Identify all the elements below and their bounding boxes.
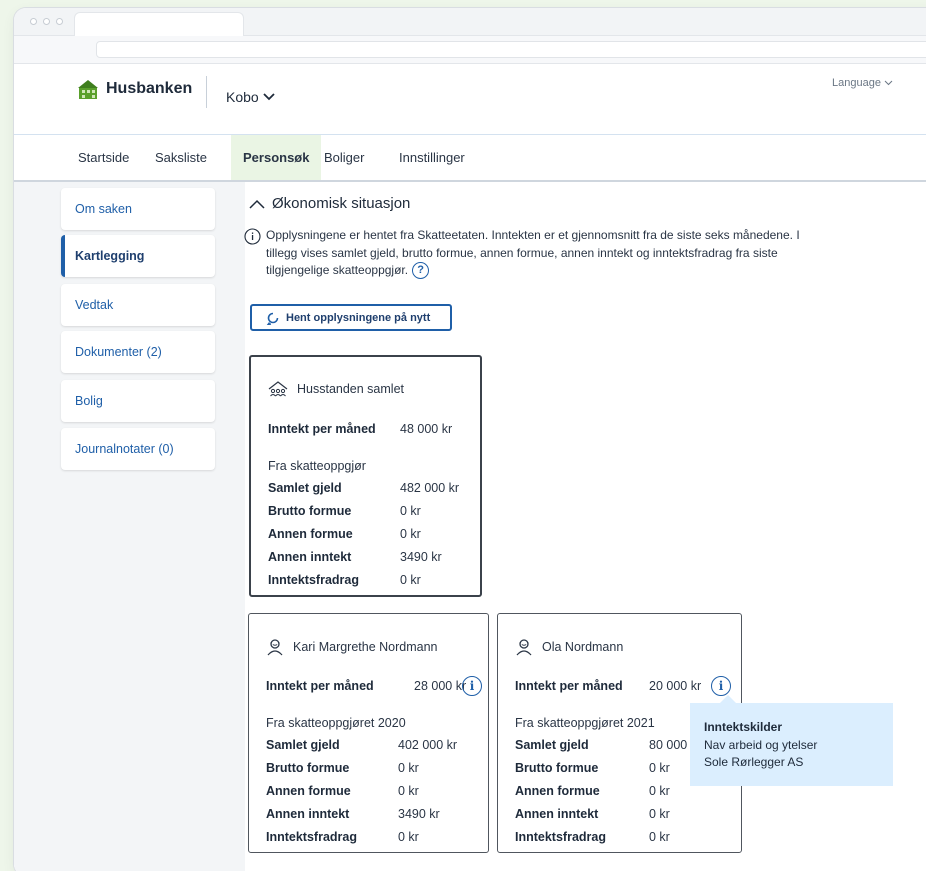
person-row: Annen inntekt 0 kr [515,807,670,821]
info-icon[interactable]: i [711,676,731,696]
tooltip-line: Sole Rørlegger AS [704,755,804,769]
header-divider [206,76,207,108]
person-row: Inntektsfradrag 0 kr [266,830,419,844]
income-value: 48 000 kr [400,422,453,436]
chevron-down-icon [884,80,893,86]
person-row: Brutto formue 0 kr [515,761,670,775]
section-title: Økonomisk situasjon [272,195,411,212]
minimize-window-dot[interactable] [43,18,50,25]
nav-item-startside[interactable]: Startside [78,135,129,180]
tooltip-title: Inntektskilder [704,720,783,734]
sidebar-item-vedtak[interactable]: Vedtak [61,284,215,326]
person-row: Samlet gjeld 402 000 kr [266,738,458,752]
household-card-title: Husstanden samlet [268,381,404,397]
app-switcher[interactable]: Kobo [226,89,275,105]
browser-toolbar [14,36,926,64]
language-selector[interactable]: Language [832,77,893,89]
person-card-title: Kari Margrethe Nordmann [266,638,438,656]
person-card-title: Ola Nordmann [515,638,623,656]
question-icon[interactable]: ? [412,262,430,280]
sidebar-item-om-saken[interactable]: Om saken [61,188,215,230]
sidebar-item-kartlegging[interactable]: Kartlegging [61,235,215,277]
brand-name: Husbanken [106,80,193,97]
income-label: Inntekt per måned [515,679,623,693]
tooltip-line: Nav arbeid og ytelser [704,738,818,752]
household-row: Inntektsfradrag 0 kr [268,573,421,587]
income-value: 28 000 kr [414,679,467,693]
person-income-row: Inntekt per måned 20 000 kr [515,679,701,693]
address-bar[interactable] [96,41,926,58]
info-message: Opplysningene er hentet fra Skatteetaten… [244,227,804,280]
household-income-row: Inntekt per måned 48 000 kr [268,422,452,436]
info-icon [244,228,261,245]
chevron-down-icon [263,93,275,101]
language-label: Language [832,77,881,89]
person-source: Fra skatteoppgjøret 2021 [515,716,655,730]
household-row: Brutto formue 0 kr [268,504,421,518]
nav-item-saksliste[interactable]: Saksliste [155,135,207,180]
person-icon [267,639,283,656]
income-label: Inntekt per måned [266,679,374,693]
section-toggle[interactable]: Økonomisk situasjon [249,195,410,212]
person-row: Samlet gjeld 80 000 [515,738,688,752]
chevron-up-icon [249,199,265,209]
person-icon [516,639,532,656]
household-icon [268,381,288,397]
person-income-row: Inntekt per måned 28 000 kr [266,679,466,693]
app-header: Husbanken Kobo Language [14,64,926,135]
sidebar-item-bolig[interactable]: Bolig [61,380,215,422]
income-label: Inntekt per måned [268,422,376,436]
person-row: Brutto formue 0 kr [266,761,419,775]
close-window-dot[interactable] [30,18,37,25]
browser-tab[interactable] [74,12,244,36]
nav-item-innstillinger[interactable]: Innstillinger [399,135,465,180]
person-row: Annen formue 0 kr [515,784,670,798]
browser-tab-strip [14,8,926,36]
info-text: Opplysningene er hentet fra Skatteetaten… [266,228,800,277]
person-source: Fra skatteoppgjøret 2020 [266,716,406,730]
nav-item-boliger[interactable]: Boliger [324,135,364,180]
household-card: Husstanden samlet Inntekt per måned 48 0… [249,355,482,597]
tooltip-arrow [720,695,736,703]
husbanken-logo-icon [78,80,98,99]
household-row: Annen inntekt 3490 kr [268,550,442,564]
app-switcher-label: Kobo [226,89,259,105]
household-title: Husstanden samlet [297,382,405,396]
sidebar-item-dokumenter[interactable]: Dokumenter (2) [61,331,215,373]
info-icon[interactable]: i [462,676,482,696]
person-row: Annen formue 0 kr [266,784,419,798]
person-name: Kari Margrethe Nordmann [293,640,438,654]
nav-item-personsok[interactable]: Personsøk [231,135,322,180]
person-row: Annen inntekt 3490 kr [266,807,440,821]
household-row: Samlet gjeld 482 000 kr [268,481,460,495]
maximize-window-dot[interactable] [56,18,63,25]
main-nav: Startside Saksliste Personsøk Boliger In… [14,135,926,182]
husbanken-logo[interactable]: Husbanken [77,78,192,100]
person-name: Ola Nordmann [542,640,624,654]
person-card-kari: Kari Margrethe Nordmann Inntekt per måne… [248,613,489,853]
household-source: Fra skatteoppgjør [268,459,366,473]
person-row: Inntektsfradrag 0 kr [515,830,670,844]
window-controls [30,18,63,25]
refresh-icon [266,312,279,325]
refetch-button[interactable]: Hent opplysningene på nytt [250,304,452,331]
income-value: 20 000 kr [649,679,702,693]
income-sources-tooltip: Inntektskilder Nav arbeid og ytelser Sol… [690,703,893,786]
sidebar-item-journalnotater[interactable]: Journalnotater (0) [61,428,215,470]
refetch-button-label: Hent opplysningene på nytt [286,311,431,324]
household-row: Annen formue 0 kr [268,527,421,541]
